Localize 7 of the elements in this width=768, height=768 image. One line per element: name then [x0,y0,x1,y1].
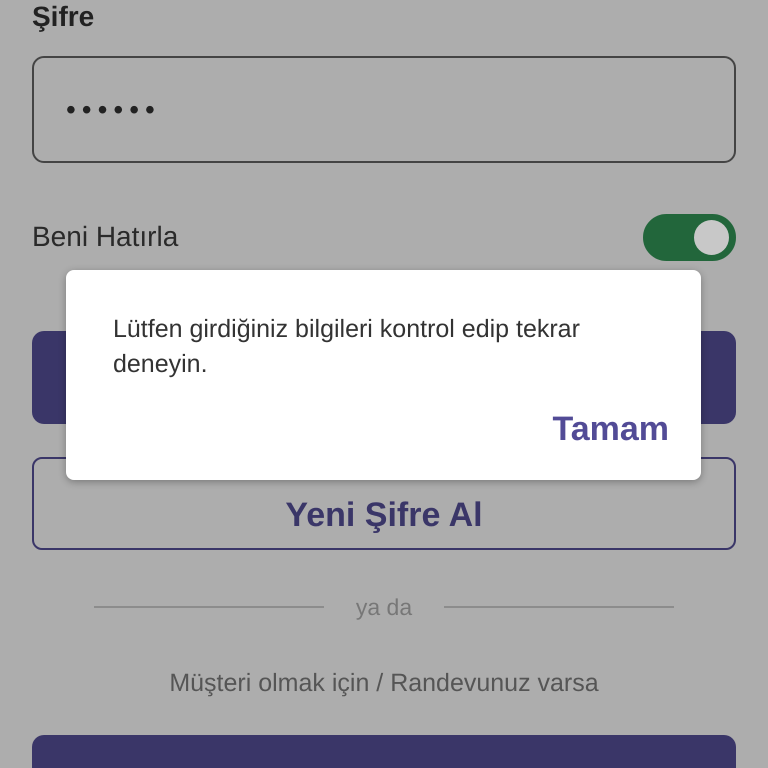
remember-me-label: Beni Hatırla [32,220,178,254]
dialog-message: Lütfen girdiğiniz bilgileri kontrol edip tekrar deneyin. [113,314,581,380]
remember-me-toggle[interactable] [643,214,736,260]
ok-button[interactable]: Tamam [552,404,669,455]
password-field[interactable]: •••••• [32,56,736,163]
customer-text: Müşteri olmak için / Randevunuz varsa [168,668,600,698]
password-label: Şifre [32,0,94,31]
